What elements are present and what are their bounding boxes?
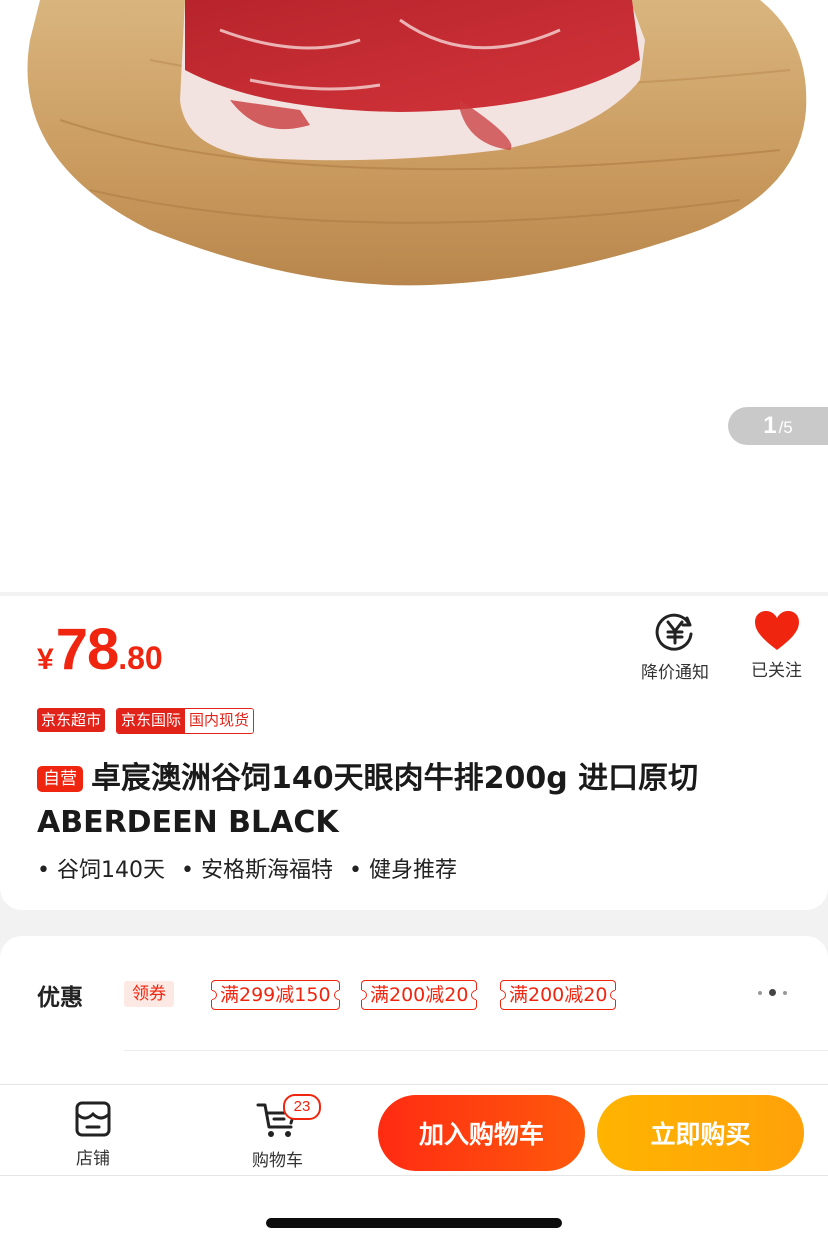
price-decimal: .80 (118, 640, 163, 676)
cart-count-badge: 23 (283, 1094, 321, 1120)
tag-jd-supermarket: 京东超市 (37, 708, 106, 732)
currency-symbol: ¥ (37, 643, 54, 676)
promotions-card (0, 936, 828, 1086)
highlight-item: • 谷饲140天 (37, 858, 165, 883)
coupon-chip[interactable]: 满299减150 (211, 980, 340, 1010)
product-image-gallery[interactable]: 1/5 (0, 0, 828, 592)
price-integer: 78 (55, 617, 120, 682)
pager-current: 1 (763, 412, 777, 439)
more-dots-icon[interactable] (758, 989, 787, 996)
home-indicator[interactable] (266, 1218, 562, 1228)
store-icon (75, 1101, 111, 1137)
product-title-block: 自营 卓宸澳洲谷饲140天眼肉牛排200g 进口原切ABERDEEN BLACK (37, 757, 797, 845)
promotions-label: 优惠 (37, 985, 83, 1011)
tag-domestic-stock: 国内现货 (185, 709, 254, 733)
yen-bell-icon (655, 613, 693, 651)
image-pager: 1/5 (728, 407, 828, 445)
get-coupon-button[interactable]: 领券 (124, 981, 174, 1007)
cart-label: 购物车 (252, 1151, 303, 1171)
add-to-cart-button[interactable]: 加入购物车 (378, 1095, 585, 1171)
coupon-chip[interactable]: 满200减20 (361, 980, 478, 1010)
store-button[interactable]: 店铺 (74, 1100, 112, 1169)
follow-label: 已关注 (751, 661, 802, 681)
tag-jd-international: 京东国际 国内现货 (116, 708, 255, 734)
heart-icon (754, 611, 799, 650)
price-alert-label: 降价通知 (641, 663, 709, 683)
divider (124, 1050, 828, 1051)
service-tags: 京东超市 京东国际 国内现货 (37, 708, 255, 734)
product-image (27, 0, 807, 286)
self-operated-badge: 自营 (37, 766, 83, 792)
pager-total: /5 (778, 418, 793, 437)
highlight-item: • 安格斯海福特 (180, 858, 333, 883)
buy-now-button[interactable]: 立即购买 (597, 1095, 804, 1171)
product-highlights: • 谷饲140天 • 安格斯海福特 • 健身推荐 (37, 852, 473, 884)
highlight-item: • 健身推荐 (348, 858, 457, 883)
product-title: 卓宸澳洲谷饲140天眼肉牛排200g 进口原切ABERDEEN BLACK (37, 761, 699, 840)
bottom-separator (0, 1175, 828, 1176)
coupon-chip[interactable]: 满200减20 (500, 980, 617, 1010)
follow-button[interactable]: 已关注 (751, 610, 802, 681)
tag-international-label: 京东国际 (117, 709, 186, 733)
product-price: ¥ 78 .80 (37, 616, 163, 683)
price-alert-button[interactable]: 降价通知 (641, 610, 709, 683)
store-label: 店铺 (76, 1149, 110, 1169)
